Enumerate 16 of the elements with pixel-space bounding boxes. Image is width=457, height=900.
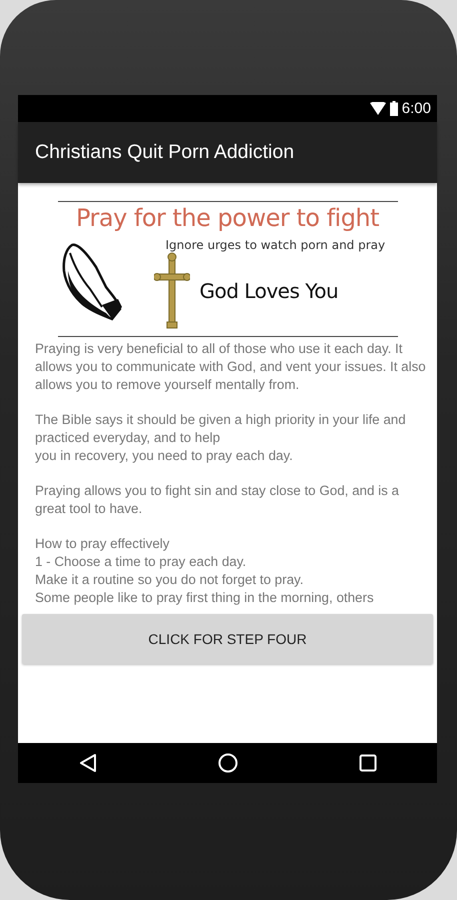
banner-headline: Pray for the power to fight	[76, 204, 380, 232]
body-paragraph: Praying is very beneficial to all of those who use it each day. It allows you to communicate with God, and vent your issues. It also allows you to remove yourself mentally from.	[35, 340, 427, 394]
body-paragraph: Praying allows you to fight sin and stay close to God, and is a great tool to have.	[35, 482, 400, 518]
wifi-icon	[370, 102, 386, 115]
banner-subtitle: Ignore urges to watch porn and pray	[166, 238, 386, 252]
recents-icon	[358, 754, 376, 772]
app-title: Christians Quit Porn Addiction	[35, 141, 294, 164]
body-paragraph: The Bible says it should be given a high priority in your life and practiced everyday, and to help you in recovery, you need to pray each day.	[35, 411, 407, 465]
back-icon	[78, 753, 96, 773]
body-paragraph: How to pray effectively 1 - Choose a time to pray each day. Make it a routine so you do not forget to pray. Some people like to pray first thing in the morning, others	[35, 535, 375, 607]
clock-time: 6:00	[402, 100, 431, 117]
cross-icon	[154, 252, 190, 330]
banner-tagline: God Loves You	[200, 279, 338, 303]
battery-icon	[390, 101, 398, 116]
next-step-button[interactable]: CLICK FOR STEP FOUR	[22, 614, 433, 664]
home-icon	[218, 753, 238, 773]
